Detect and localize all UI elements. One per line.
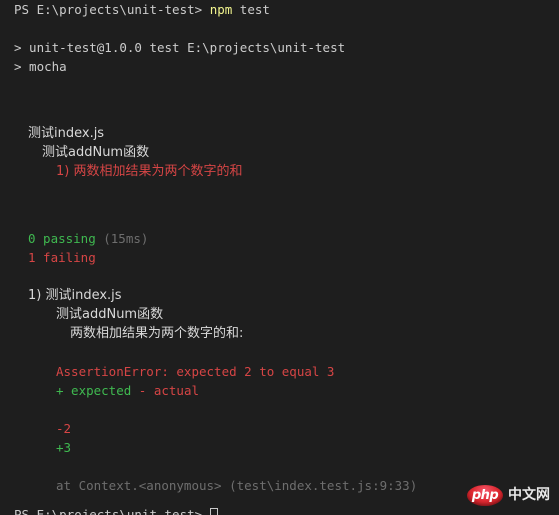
- diff-expected-value: +3: [56, 440, 72, 455]
- final-prompt-line[interactable]: PS E:\projects\unit-test>: [0, 505, 218, 515]
- prompt-path: PS E:\projects\unit-test>: [14, 2, 203, 17]
- command-arg: test: [232, 2, 270, 17]
- failure-describe-title: 测试addNum函数: [56, 307, 164, 322]
- suite-describe-title: 测试addNum函数: [42, 145, 150, 160]
- failure-test-title: 两数相加结果为两个数字的和:: [70, 326, 244, 341]
- terminal-window[interactable]: PS E:\projects\unit-test> npm test > uni…: [0, 0, 559, 515]
- failure-stack-trace: at Context.<anonymous> (test\index.test.…: [56, 478, 418, 493]
- npm-script-command: > mocha: [14, 59, 67, 74]
- prompt-line-command: PS E:\projects\unit-test> npm test: [0, 0, 559, 19]
- final-prompt-path: PS E:\projects\unit-test>: [14, 507, 203, 515]
- failure-index-title: 1) 测试index.js: [28, 288, 122, 303]
- diff-actual-value: -2: [56, 421, 72, 436]
- failure-diff-legend: + expected - actual: [0, 381, 559, 400]
- failure-assertion-message: AssertionError: expected 2 to equal 3: [56, 364, 335, 379]
- npm-script-header: > unit-test@1.0.0 test E:\projects\unit-…: [14, 40, 346, 55]
- command-program: npm: [209, 2, 233, 17]
- text-cursor: [209, 508, 218, 515]
- summary-failing-count: 1 failing: [28, 250, 96, 265]
- summary-duration: (15ms): [95, 231, 149, 246]
- diff-legend-expected: + expected: [56, 383, 139, 398]
- diff-legend-actual: - actual: [138, 383, 200, 398]
- suite-failing-test: 1) 两数相加结果为两个数字的和: [56, 164, 243, 179]
- summary-passing-line: 0 passing (15ms): [0, 229, 559, 248]
- summary-passing-count: 0 passing: [28, 231, 96, 246]
- suite-file-title: 测试index.js: [28, 126, 105, 141]
